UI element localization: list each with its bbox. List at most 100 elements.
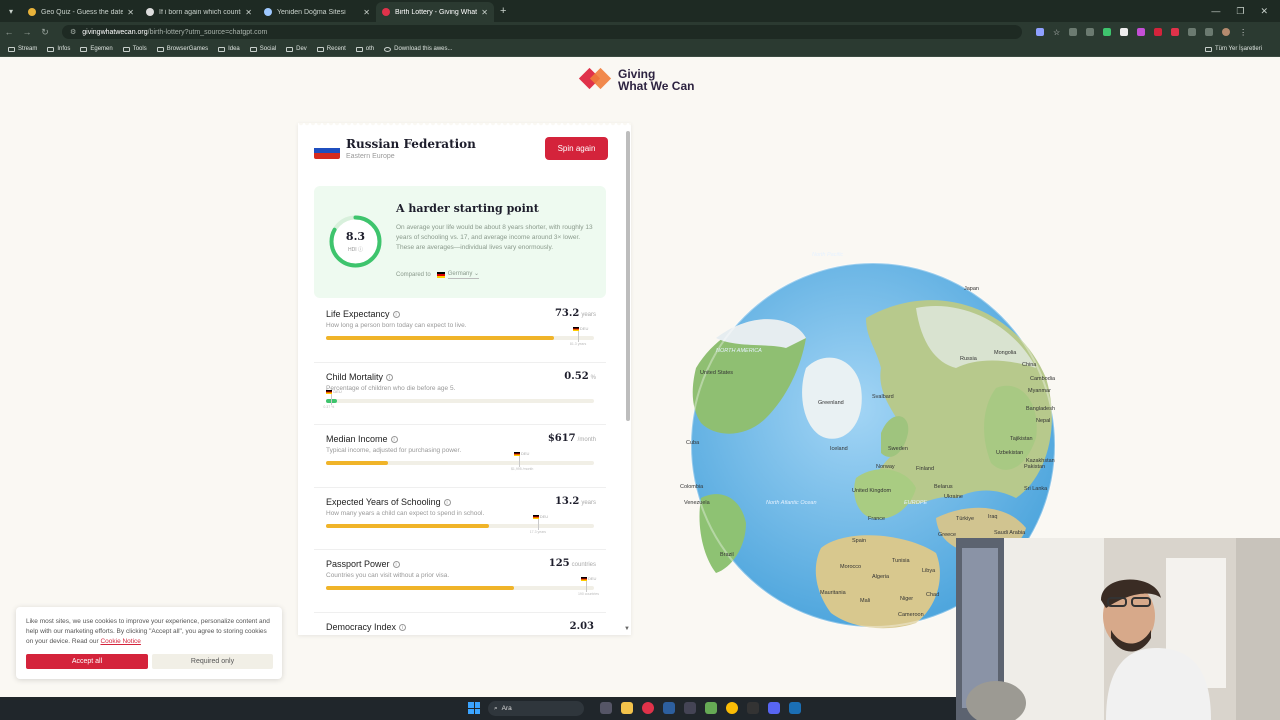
- info-icon[interactable]: i: [390, 436, 398, 444]
- reference-value: 17.3 years: [529, 529, 547, 534]
- bookmark-item[interactable]: Download this awes...: [384, 46, 453, 52]
- extension-icon[interactable]: [1154, 28, 1163, 36]
- extension-icon[interactable]: [1120, 28, 1129, 36]
- folder-icon: [355, 46, 363, 52]
- bookmark-item[interactable]: Infos: [47, 46, 70, 52]
- folder-icon: [249, 46, 257, 52]
- required-only-button[interactable]: Required only: [152, 654, 273, 669]
- site-info-icon[interactable]: ⚙: [70, 28, 76, 36]
- germany-flag-icon: [436, 271, 445, 278]
- info-icon[interactable]: i: [399, 623, 407, 631]
- site-logo[interactable]: Giving What We Can: [578, 67, 694, 93]
- info-icon[interactable]: i: [392, 561, 400, 569]
- extension-icon[interactable]: [1069, 28, 1078, 36]
- hdi-value: 8.3: [345, 230, 366, 243]
- bookmark-item[interactable]: Dev: [286, 46, 307, 52]
- reload-icon[interactable]: ↻: [36, 27, 54, 38]
- taskbar-search[interactable]: ⌕ Ara: [488, 701, 584, 716]
- maximize-icon[interactable]: ❐: [1236, 6, 1244, 17]
- bookmark-item[interactable]: Idea: [218, 46, 240, 52]
- browser-tab[interactable]: If i born again which country w ✕: [140, 2, 258, 22]
- germany-flag-icon: [326, 389, 333, 394]
- puzzle-icon[interactable]: [1188, 28, 1197, 36]
- avatar[interactable]: [1222, 28, 1231, 36]
- bookmark-item[interactable]: Recent: [316, 46, 346, 52]
- bookmark-item[interactable]: Stream: [8, 46, 37, 52]
- map-label: Uzbekistan: [996, 450, 1024, 456]
- metric-description: How many years a child can expect to spe…: [326, 509, 485, 517]
- bookmark-item[interactable]: Tools: [122, 46, 147, 52]
- map-label: Algeria: [872, 574, 890, 580]
- reference-code: DEU: [333, 388, 342, 394]
- steam-icon[interactable]: [663, 702, 675, 714]
- chrome-icon[interactable]: [726, 702, 738, 714]
- metric-bar-fill: [326, 336, 554, 340]
- taskbar-apps: [600, 702, 801, 714]
- extension-icon[interactable]: [1137, 28, 1146, 36]
- browser-tab-active[interactable]: Birth Lottery - Giving What We✕: [376, 2, 494, 22]
- scroll-down-icon[interactable]: ▼: [624, 626, 630, 632]
- compare-country-select[interactable]: Germany ⌄: [447, 270, 480, 279]
- reference-code: DEU: [579, 326, 589, 331]
- browser-tab[interactable]: Yeniden Doğma Sitesi ✕: [258, 2, 376, 22]
- task-view-icon[interactable]: [600, 702, 612, 714]
- accept-all-button[interactable]: Accept all: [26, 654, 148, 669]
- close-tab-icon[interactable]: ✕: [245, 8, 252, 17]
- extension-icons: ☆ ⋮: [1036, 28, 1247, 37]
- extension-icon[interactable]: [1086, 28, 1095, 36]
- reference-value: 0.37 %: [323, 404, 335, 409]
- discord-icon[interactable]: [768, 702, 780, 714]
- file-explorer-icon[interactable]: [621, 702, 633, 714]
- bookmark-item[interactable]: Egemen: [80, 46, 113, 52]
- new-tab-icon[interactable]: +: [500, 5, 506, 17]
- info-icon[interactable]: ⓘ: [358, 247, 363, 253]
- bookmark-label: Tools: [132, 46, 147, 52]
- logo-mark-icon: [578, 67, 614, 93]
- tab-favicon-icon: [146, 8, 154, 16]
- tab-list-icon[interactable]: ▾: [0, 7, 22, 16]
- taskbar-search-label: Ara: [501, 705, 512, 712]
- star-icon[interactable]: ☆: [1053, 28, 1060, 37]
- bookmark-item[interactable]: Social: [249, 46, 276, 52]
- metric-value-number: 2.03: [569, 620, 594, 632]
- app-icon[interactable]: [747, 702, 759, 714]
- translate-icon[interactable]: [1036, 28, 1044, 36]
- map-label: EUROPE: [904, 500, 928, 506]
- metric-bar-fill: [326, 586, 514, 590]
- metric-description: How long a person born today can expect …: [326, 322, 467, 329]
- logo-text: Giving What We Can: [618, 68, 694, 92]
- adblock-icon[interactable]: [1171, 28, 1180, 36]
- app-icon[interactable]: [789, 702, 801, 714]
- sidebar-icon[interactable]: [1205, 28, 1214, 36]
- close-tab-icon[interactable]: ✕: [363, 8, 370, 17]
- info-icon[interactable]: i: [443, 498, 451, 506]
- folder-icon: [286, 46, 294, 52]
- germany-flag-icon: [572, 327, 579, 331]
- spin-again-button[interactable]: Spin again: [545, 137, 608, 160]
- info-icon[interactable]: i: [392, 311, 400, 319]
- bookmark-item[interactable]: oth: [355, 46, 374, 52]
- extension-icon[interactable]: [1103, 28, 1112, 36]
- back-icon[interactable]: ←: [0, 27, 18, 37]
- all-bookmarks[interactable]: Tüm Yer İşaretleri: [1204, 46, 1262, 52]
- forward-icon[interactable]: →: [18, 27, 36, 37]
- menu-icon[interactable]: ⋮: [1239, 28, 1247, 37]
- close-tab-icon[interactable]: ✕: [481, 8, 488, 17]
- close-window-icon[interactable]: ✕: [1260, 6, 1268, 17]
- browser-tab[interactable]: Geo Quiz - Guess the date and✕: [22, 2, 140, 22]
- card-scrollbar[interactable]: [626, 131, 630, 421]
- windows-start-icon[interactable]: [468, 702, 480, 714]
- close-tab-icon[interactable]: ✕: [127, 8, 134, 17]
- cookie-notice-link[interactable]: Cookie Notice: [100, 638, 140, 645]
- url-field[interactable]: ⚙ givingwhatwecan.org/birth-lottery?utm_…: [62, 25, 1022, 39]
- app-icon[interactable]: [684, 702, 696, 714]
- reference-code: DEU: [587, 576, 597, 581]
- app-icon[interactable]: [705, 702, 717, 714]
- bookmark-item[interactable]: BrowserGames: [156, 46, 208, 52]
- app-icon[interactable]: [642, 702, 654, 714]
- map-label: Nepal: [1036, 418, 1051, 424]
- metric-value: 13.2 years: [555, 496, 596, 507]
- url-path: /birth-lottery?utm_source=chatgpt.com: [147, 28, 268, 36]
- info-icon[interactable]: i: [386, 373, 394, 381]
- minimize-icon[interactable]: —: [1211, 6, 1220, 16]
